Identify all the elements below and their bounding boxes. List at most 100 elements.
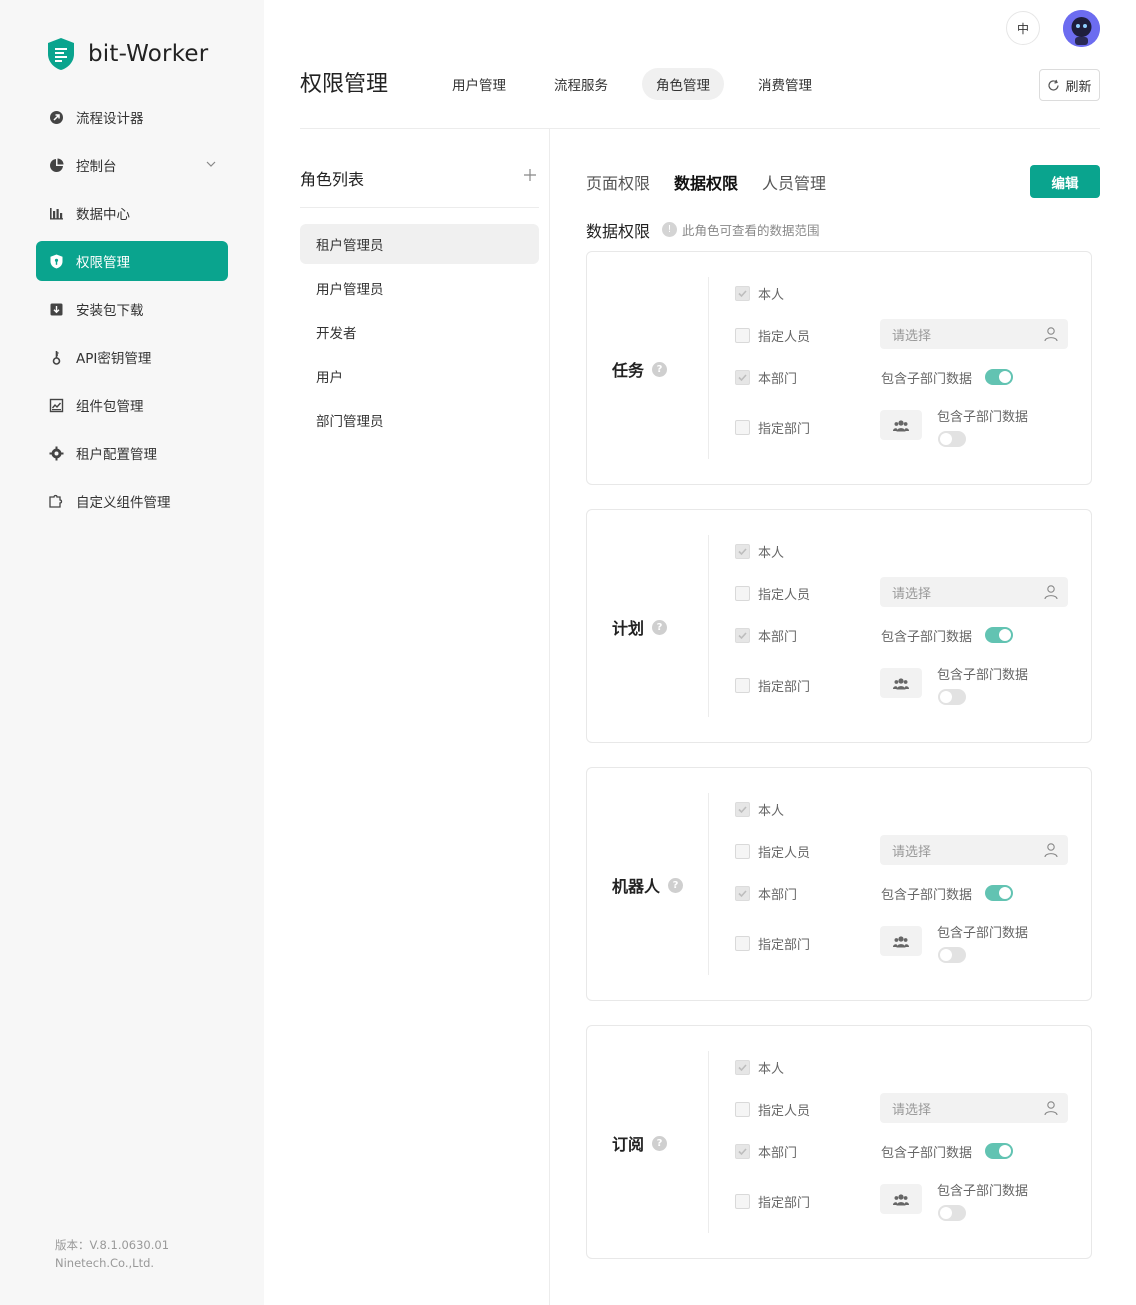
option-label: 本部门 (758, 372, 798, 387)
option-self[interactable]: 本人 (735, 800, 784, 819)
sidebar-item-permissions[interactable]: 权限管理 (36, 241, 228, 281)
people-select[interactable]: 请选择 (880, 577, 1068, 607)
dept-select-button[interactable] (880, 668, 922, 698)
header-divider (300, 128, 1100, 129)
tab-data-permissions[interactable]: 数据权限 (674, 170, 738, 194)
people-select[interactable]: 请选择 (880, 319, 1068, 349)
add-role-button[interactable] (522, 166, 538, 184)
avatar[interactable] (1063, 10, 1100, 47)
sidebar-item-download[interactable]: 安装包下载 (36, 289, 228, 329)
sidebar-item-console[interactable]: 控制台 (36, 145, 228, 185)
sidebar-item-label: 流程设计器 (76, 111, 144, 127)
sidebar-item-flow-designer[interactable]: 流程设计器 (36, 97, 228, 137)
specified-people-checkbox[interactable] (735, 328, 750, 343)
help-icon[interactable]: ? (652, 619, 668, 635)
help-icon[interactable]: ? (652, 361, 668, 377)
dept-select-button[interactable] (880, 926, 922, 956)
self-checkbox[interactable] (735, 286, 750, 301)
role-item[interactable]: 租户管理员 (300, 224, 539, 264)
option-own-dept[interactable]: 本部门 (735, 368, 797, 387)
dept-select-button[interactable] (880, 1184, 922, 1214)
option-specified-dept[interactable]: 指定部门 (735, 934, 810, 953)
user-icon (1044, 1101, 1058, 1116)
detail-tabs: 页面权限 数据权限 人员管理 (586, 170, 850, 194)
option-specified-dept[interactable]: 指定部门 (735, 418, 810, 437)
sidebar-item-label: 权限管理 (76, 255, 130, 271)
specified-dept-include-sub-toggle[interactable] (938, 947, 966, 963)
tab-role-management[interactable]: 角色管理 (642, 68, 724, 100)
option-specified-people[interactable]: 指定人员 (735, 1100, 810, 1119)
people-select[interactable]: 请选择 (880, 835, 1068, 865)
puzzle-icon (48, 493, 64, 509)
role-item[interactable]: 用户管理员 (300, 268, 539, 308)
own-dept-checkbox[interactable] (735, 370, 750, 385)
logo-shield-icon (48, 38, 74, 70)
tab-process-service[interactable]: 流程服务 (540, 68, 622, 100)
option-self[interactable]: 本人 (735, 1058, 784, 1077)
sidebar-item-data-center[interactable]: 数据中心 (36, 193, 228, 233)
refresh-button[interactable]: 刷新 (1039, 69, 1100, 101)
tab-user-management[interactable]: 用户管理 (438, 68, 520, 100)
own-dept-checkbox[interactable] (735, 886, 750, 901)
people-select[interactable]: 请选择 (880, 1093, 1068, 1123)
option-own-dept[interactable]: 本部门 (735, 884, 797, 903)
language-switch-button[interactable]: 中 (1006, 11, 1040, 45)
check-icon (738, 632, 747, 640)
own-dept-include-sub-toggle[interactable] (985, 369, 1013, 385)
card-title: 任务 ? (612, 357, 668, 381)
shield-icon (48, 253, 64, 269)
option-self[interactable]: 本人 (735, 284, 784, 303)
tab-consumption-management[interactable]: 消费管理 (744, 68, 826, 100)
own-dept-checkbox[interactable] (735, 628, 750, 643)
option-label: 指定部门 (758, 680, 811, 695)
option-specified-dept[interactable]: 指定部门 (735, 1192, 810, 1211)
specified-people-checkbox[interactable] (735, 1102, 750, 1117)
specified-dept-checkbox[interactable] (735, 936, 750, 951)
option-own-dept[interactable]: 本部门 (735, 1142, 797, 1161)
specified-dept-checkbox[interactable] (735, 678, 750, 693)
own-dept-include-sub-toggle[interactable] (985, 885, 1013, 901)
own-dept-include-sub-toggle[interactable] (985, 1143, 1013, 1159)
sidebar-item-custom-components[interactable]: 自定义组件管理 (36, 481, 228, 521)
specified-dept-checkbox[interactable] (735, 420, 750, 435)
tab-personnel[interactable]: 人员管理 (762, 170, 826, 194)
option-label: 指定人员 (758, 846, 811, 861)
card-title: 计划 ? (612, 615, 668, 639)
option-specified-dept[interactable]: 指定部门 (735, 676, 810, 695)
option-self[interactable]: 本人 (735, 542, 784, 561)
role-item[interactable]: 部门管理员 (300, 400, 539, 440)
specified-dept-include-sub-toggle[interactable] (938, 689, 966, 705)
sidebar-item-api-keys[interactable]: API密钥管理 (36, 337, 228, 377)
specified-dept-include-sub-toggle[interactable] (938, 1205, 966, 1221)
edit-button[interactable]: 编辑 (1030, 165, 1100, 198)
card-divider (708, 277, 709, 459)
app-logo[interactable]: bit-Worker (46, 37, 208, 71)
sidebar-item-packages[interactable]: 组件包管理 (36, 385, 228, 425)
own-dept-include-sub-toggle[interactable] (985, 627, 1013, 643)
role-item[interactable]: 用户 (300, 356, 539, 396)
option-own-dept[interactable]: 本部门 (735, 626, 797, 645)
option-label: 指定人员 (758, 588, 811, 603)
option-specified-people[interactable]: 指定人员 (735, 584, 810, 603)
specified-people-checkbox[interactable] (735, 844, 750, 859)
chevron-down-icon[interactable] (206, 159, 216, 169)
option-specified-people[interactable]: 指定人员 (735, 326, 810, 345)
specified-dept-include-sub-toggle[interactable] (938, 431, 966, 447)
dept-select-button[interactable] (880, 410, 922, 440)
help-icon[interactable]: ? (652, 1135, 668, 1151)
role-item[interactable]: 开发者 (300, 312, 539, 352)
toggle-knob (940, 949, 952, 961)
download-icon (48, 301, 64, 317)
include-sub-label: 包含子部门数据 (937, 410, 1029, 425)
self-checkbox[interactable] (735, 802, 750, 817)
specified-dept-checkbox[interactable] (735, 1194, 750, 1209)
self-checkbox[interactable] (735, 544, 750, 559)
specified-people-checkbox[interactable] (735, 586, 750, 601)
sidebar-item-tenant-config[interactable]: 租户配置管理 (36, 433, 228, 473)
option-specified-people[interactable]: 指定人员 (735, 842, 810, 861)
self-checkbox[interactable] (735, 1060, 750, 1075)
tab-page-permissions[interactable]: 页面权限 (586, 170, 650, 194)
help-icon[interactable]: ? (668, 877, 684, 893)
page-title: 权限管理 (300, 72, 389, 97)
own-dept-checkbox[interactable] (735, 1144, 750, 1159)
